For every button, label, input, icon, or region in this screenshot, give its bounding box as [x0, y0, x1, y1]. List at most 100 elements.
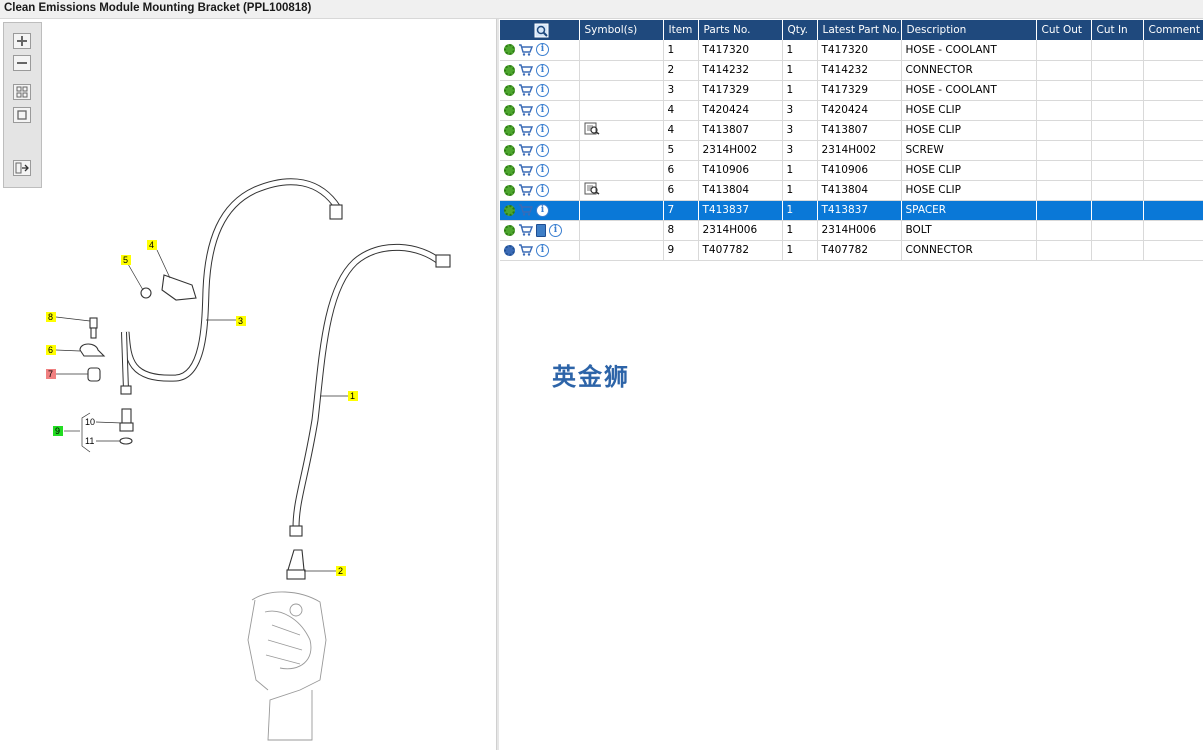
table-row[interactable]: i 8 2314H006 1 2314H006 BOLT [500, 220, 1203, 241]
gear-icon[interactable] [504, 224, 515, 236]
cart-icon[interactable] [518, 104, 534, 116]
cart-icon[interactable] [518, 164, 534, 176]
row-qty: 1 [782, 220, 818, 241]
table-row[interactable]: i 4 T413807 3 T413807 HOSE CLIP [500, 120, 1203, 141]
gear-icon[interactable] [504, 84, 515, 96]
column-header-description[interactable]: Description [901, 20, 1037, 40]
column-header-parts-no[interactable]: Parts No. [698, 20, 783, 40]
info-icon[interactable]: i [536, 163, 549, 177]
row-description: HOSE - COOLANT [901, 40, 1037, 61]
info-icon[interactable]: i [536, 103, 549, 117]
gear-icon[interactable] [504, 124, 515, 136]
table-row[interactable]: i 2 T414232 1 T414232 CONNECTOR [500, 60, 1203, 81]
fit-all-icon[interactable] [13, 84, 31, 100]
column-header-item[interactable]: Item [663, 20, 699, 40]
callout-1[interactable]: 1 [348, 391, 358, 401]
cart-icon[interactable] [518, 224, 534, 236]
table-row[interactable]: i 3 T417329 1 T417329 HOSE - COOLANT [500, 80, 1203, 101]
diagram-pane[interactable]: 4 5 3 8 6 7 9 10 11 1 2 [0, 19, 496, 750]
cart-icon[interactable] [518, 184, 534, 196]
row-actions: i [500, 200, 580, 221]
info-icon[interactable]: i [536, 43, 549, 57]
info-icon[interactable]: i [536, 203, 549, 217]
callout-2[interactable]: 2 [336, 566, 346, 576]
callout-11[interactable]: 11 [85, 436, 94, 446]
table-row[interactable]: i 6 T410906 1 T410906 HOSE CLIP [500, 160, 1203, 181]
column-header-comment[interactable]: Comment [1143, 20, 1203, 40]
zoom-out-icon[interactable] [13, 55, 31, 71]
column-header-symbols[interactable]: Symbol(s) [579, 20, 664, 40]
svg-text:8: 8 [48, 312, 53, 322]
export-icon[interactable] [13, 160, 31, 176]
gear-icon[interactable] [504, 144, 515, 156]
zoom-in-icon[interactable] [13, 33, 31, 49]
row-cut-in [1091, 220, 1144, 241]
info-icon[interactable]: i [536, 123, 549, 137]
callout-7[interactable]: 7 [46, 369, 56, 379]
table-row[interactable]: i 1 T417320 1 T417320 HOSE - COOLANT [500, 40, 1203, 61]
column-header-cut-in[interactable]: Cut In [1091, 20, 1144, 40]
svg-text:11: 11 [85, 436, 94, 446]
cart-icon[interactable] [518, 124, 534, 136]
callout-6[interactable]: 6 [46, 345, 56, 355]
gear-icon[interactable] [504, 164, 515, 176]
row-cut-out [1036, 60, 1092, 81]
row-cut-out [1036, 40, 1092, 61]
magnify-document-icon[interactable] [584, 122, 600, 138]
row-cut-in [1091, 80, 1144, 101]
callout-8[interactable]: 8 [46, 312, 56, 322]
row-actions: i [500, 140, 580, 161]
column-header-cut-out[interactable]: Cut Out [1036, 20, 1092, 40]
cart-icon[interactable] [518, 84, 534, 96]
callout-3[interactable]: 3 [236, 316, 246, 326]
column-header-qty[interactable]: Qty. [782, 20, 818, 40]
search-list-icon[interactable] [534, 23, 550, 38]
table-row[interactable]: i 4 T420424 3 T420424 HOSE CLIP [500, 100, 1203, 121]
cart-icon[interactable] [518, 144, 534, 156]
table-row[interactable]: i 5 2314H002 3 2314H002 SCREW [500, 140, 1203, 161]
callout-4[interactable]: 4 [147, 240, 157, 250]
exploded-parts-diagram[interactable]: 4 5 3 8 6 7 9 10 11 1 2 [0, 19, 496, 750]
table-row[interactable]: i 9 T407782 1 T407782 CONNECTOR [500, 240, 1203, 261]
row-cut-in [1091, 180, 1144, 201]
table-row[interactable]: i 7 T413837 1 T413837 SPACER [500, 200, 1203, 221]
row-description: SCREW [901, 140, 1037, 161]
gear-icon[interactable] [504, 244, 515, 256]
cart-icon[interactable] [518, 64, 534, 76]
cart-icon[interactable] [518, 44, 534, 56]
row-cut-out [1036, 240, 1092, 261]
callout-10[interactable]: 10 [85, 417, 95, 427]
gear-icon[interactable] [504, 104, 515, 116]
row-cut-in [1091, 60, 1144, 81]
callout-9[interactable]: 9 [53, 426, 63, 436]
gear-icon[interactable] [504, 64, 515, 76]
row-actions: i [500, 160, 580, 181]
row-qty: 1 [782, 180, 818, 201]
cart-icon[interactable] [518, 204, 534, 216]
row-actions: i [500, 100, 580, 121]
info-icon[interactable]: i [536, 63, 549, 77]
info-icon[interactable]: i [536, 143, 549, 157]
row-cut-out [1036, 180, 1092, 201]
row-description: HOSE CLIP [901, 160, 1037, 181]
gear-icon[interactable] [504, 44, 515, 56]
column-header-search[interactable] [500, 20, 580, 40]
table-row[interactable]: i 6 T413804 1 T413804 HOSE CLIP [500, 180, 1203, 201]
magnify-document-icon[interactable] [584, 182, 600, 198]
info-icon[interactable]: i [549, 223, 562, 237]
row-part-no: T413807 [698, 120, 783, 141]
row-symbols [579, 220, 664, 241]
gear-icon[interactable] [504, 204, 515, 216]
gear-icon[interactable] [504, 184, 515, 196]
info-icon[interactable]: i [536, 183, 549, 197]
row-qty: 1 [782, 60, 818, 81]
book-icon[interactable] [536, 223, 546, 237]
cart-icon[interactable] [518, 244, 534, 256]
column-header-latest-part-no[interactable]: Latest Part No. [817, 20, 902, 40]
callout-5[interactable]: 5 [121, 255, 131, 265]
row-comment [1143, 180, 1203, 201]
row-qty: 3 [782, 140, 818, 161]
info-icon[interactable]: i [536, 83, 549, 97]
fit-window-icon[interactable] [13, 107, 31, 123]
info-icon[interactable]: i [536, 243, 549, 257]
